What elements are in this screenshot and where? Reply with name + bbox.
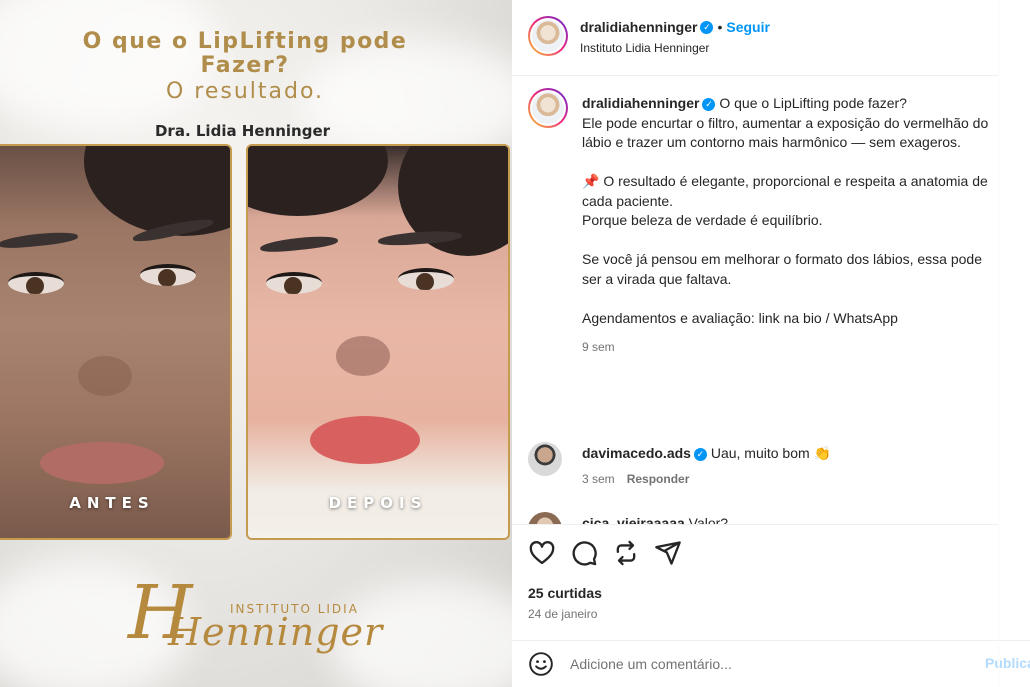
commenter-avatar[interactable] [528,512,562,524]
post-header: dralidiahenninger ✓ • Seguir Instituto Lidi… [512,0,998,76]
lips [310,416,420,464]
post-image: O que o LipLifting pode Fazer? O resulta… [0,0,512,687]
comment-username[interactable]: davimacedo.ads [582,445,691,461]
emoji-icon[interactable] [528,651,554,677]
comment-icon[interactable] [570,539,598,567]
post-panel: dralidiahenninger ✓ • Seguir Instituto Lidi… [512,0,1030,687]
caption-time[interactable]: 9 sem [582,340,998,354]
headline-line-1: O que o LipLifting pode [82,29,408,54]
publish-button[interactable]: Publicar [985,655,1030,671]
comments-area[interactable]: dralidiahenninger ✓ O que o LipLifting po… [512,77,998,524]
caption-username[interactable]: dralidiahenninger [582,95,699,111]
separator-dot: • [717,19,723,35]
caption-block: dralidiahenninger ✓ O que o LipLifting po… [582,94,998,354]
brand-logo: H INSTITUTO LIDIA Henninger [128,572,382,667]
doctor-name: Dra. Lidia Henninger [154,122,331,140]
author-subtitle[interactable]: Instituto Lidia Henninger [580,41,709,55]
repost-icon[interactable] [612,539,640,567]
share-icon[interactable] [654,539,682,567]
author-avatar[interactable] [528,16,568,56]
panel-divider [998,0,999,687]
eye [398,268,454,290]
logo-script-text: Henninger [168,610,384,654]
comment-input[interactable] [570,653,970,675]
eyebrow [259,233,339,255]
commenter-avatar[interactable] [528,442,562,476]
comment-body: Uau, muito bom 👏 [710,445,831,461]
eye [140,264,196,286]
comment-time[interactable]: 3 sem [582,472,615,486]
reply-button[interactable]: Responder [627,472,690,486]
caption-avatar[interactable] [528,88,568,128]
verified-badge-icon: ✓ [693,447,707,461]
nose [78,356,132,396]
nose [336,336,390,376]
verified-badge-icon: ✓ [700,21,714,35]
eye [266,272,322,294]
post-date[interactable]: 24 de janeiro [528,607,597,621]
comment-item: davimacedo.ads ✓ Uau, muito bom 👏 3 sem Re… [582,444,992,486]
comment-text: davimacedo.ads ✓ Uau, muito bom 👏 [582,444,992,464]
comment-username[interactable]: cica_vieiraaaaa [582,515,685,524]
eyebrow [0,229,79,251]
comment-text: cica_vieiraaaaa Valor? [582,514,992,524]
comment-box: Publicar [512,640,1030,687]
eye [8,272,64,294]
header-user-line: dralidiahenninger ✓ • Seguir [580,19,770,37]
actions-bar: 25 curtidas 24 de janeiro [512,524,998,640]
before-photo: ANTES [0,144,232,540]
lips [40,442,164,484]
caption-body: O que o LipLifting pode fazer? Ele pode … [582,95,989,326]
after-photo: DEPOIS [246,144,510,540]
headline-line-3: O resultado. [165,79,325,105]
before-label: ANTES [69,494,155,512]
image-headline: O que o LipLifting pode Fazer? O resulta… [0,29,490,105]
author-username[interactable]: dralidiahenninger [580,19,697,35]
comment-body: Valor? [688,515,729,524]
after-label: DEPOIS [328,494,428,512]
verified-badge-icon: ✓ [702,97,716,111]
follow-button[interactable]: Seguir [726,19,770,35]
headline-line-2: Fazer? [200,53,290,79]
caption-text: dralidiahenninger ✓ O que o LipLifting po… [582,94,998,328]
comment-meta: 3 sem Responder [582,472,992,486]
hair-shape [248,146,388,216]
likes-count[interactable]: 25 curtidas [528,585,602,601]
heart-icon[interactable] [528,539,556,567]
comment-item: cica_vieiraaaaa Valor? [582,514,992,524]
